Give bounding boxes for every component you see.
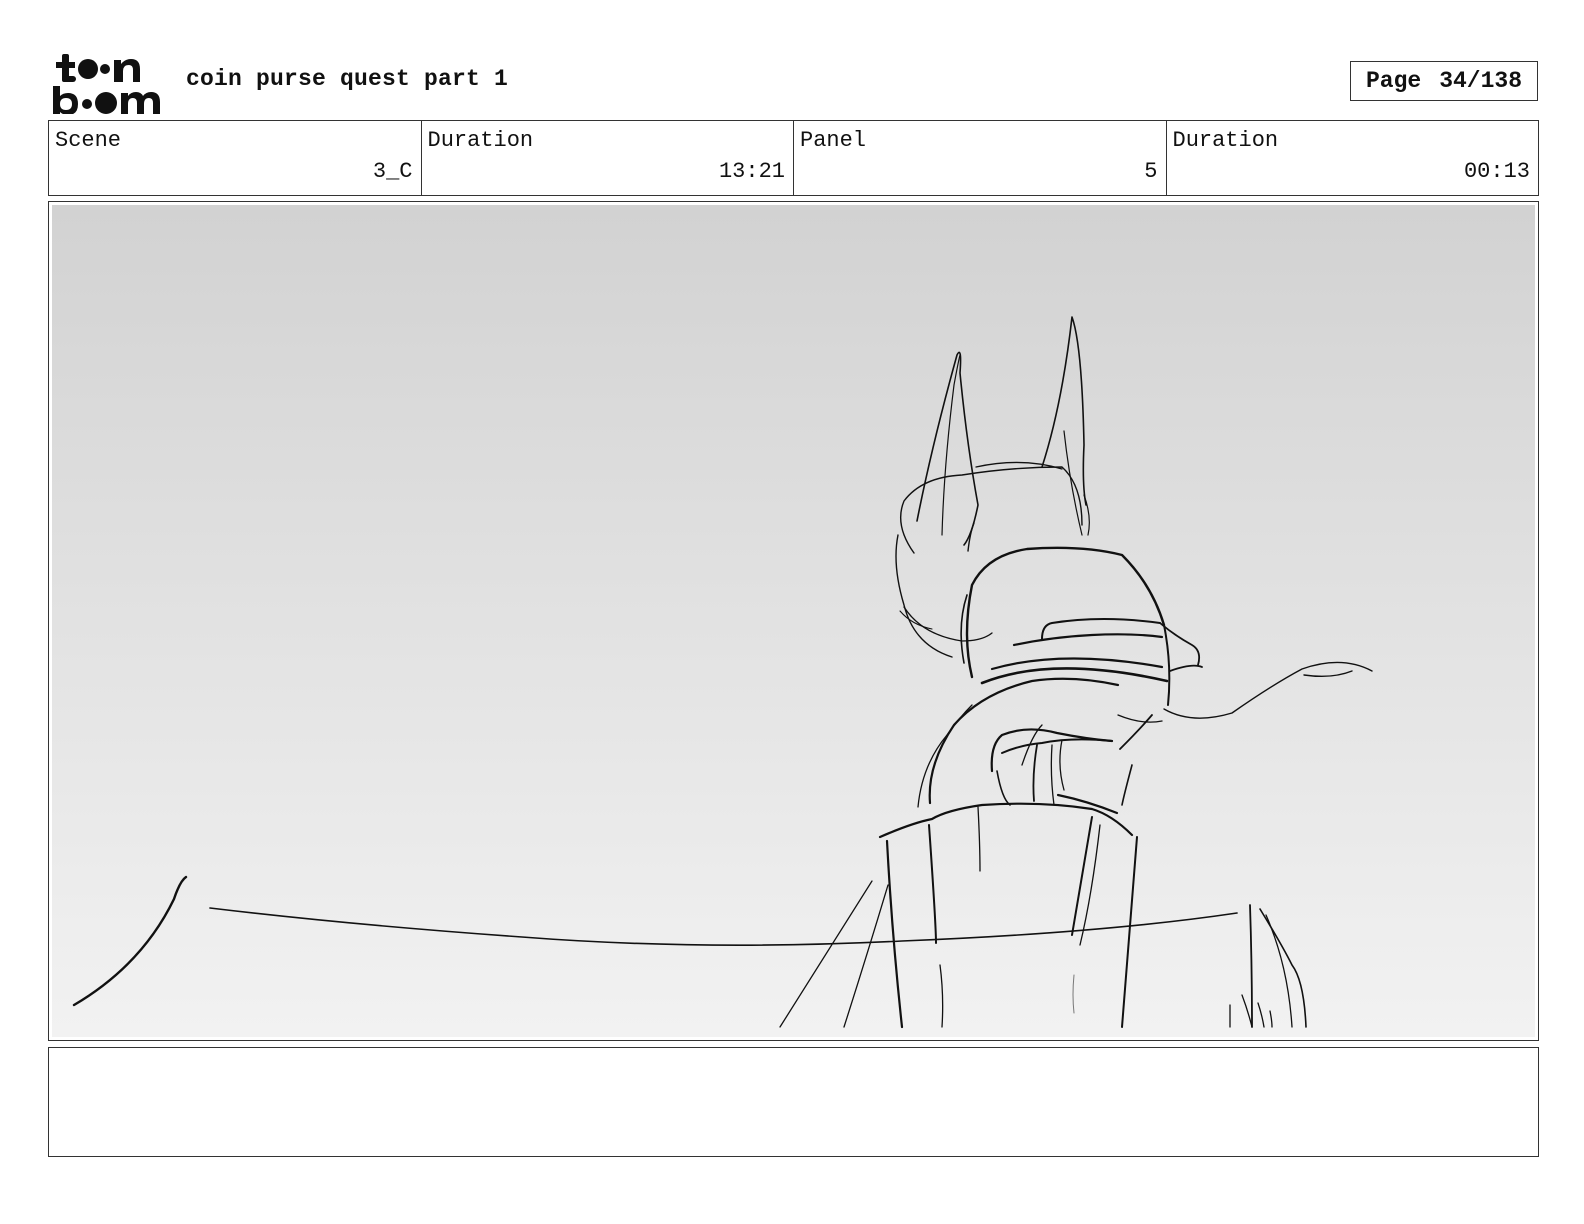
page-number: 34/138: [1439, 68, 1523, 94]
toonboom-logo-icon: [50, 50, 166, 115]
storyboard-panel: [48, 201, 1539, 1041]
panel-duration-label: Duration: [1172, 128, 1279, 153]
page-indicator: Page 34/138: [1350, 61, 1538, 101]
scene-value: 3_C: [372, 159, 413, 184]
panel-duration-value: 00:13: [1463, 159, 1530, 184]
panel-value: 5: [1144, 159, 1158, 184]
scene-cell: Scene 3_C: [49, 121, 422, 195]
scene-label: Scene: [55, 128, 122, 153]
document-title: coin purse quest part 1: [186, 66, 509, 92]
scene-duration-value: 13:21: [718, 159, 785, 184]
panel-image: [52, 205, 1535, 1037]
panel-duration-cell: Duration 00:13: [1167, 121, 1539, 195]
panel-notes-box: [48, 1047, 1539, 1157]
sketch-cat-on-post-icon: [72, 316, 1373, 1029]
scene-info-bar: Scene 3_C Duration 13:21 Panel 5 Duratio…: [48, 120, 1539, 196]
panel-cell: Panel 5: [794, 121, 1167, 195]
scene-duration-label: Duration: [427, 128, 534, 153]
scene-duration-cell: Duration 13:21: [422, 121, 794, 195]
page-label: Page: [1365, 68, 1422, 94]
panel-label: Panel: [800, 128, 867, 153]
